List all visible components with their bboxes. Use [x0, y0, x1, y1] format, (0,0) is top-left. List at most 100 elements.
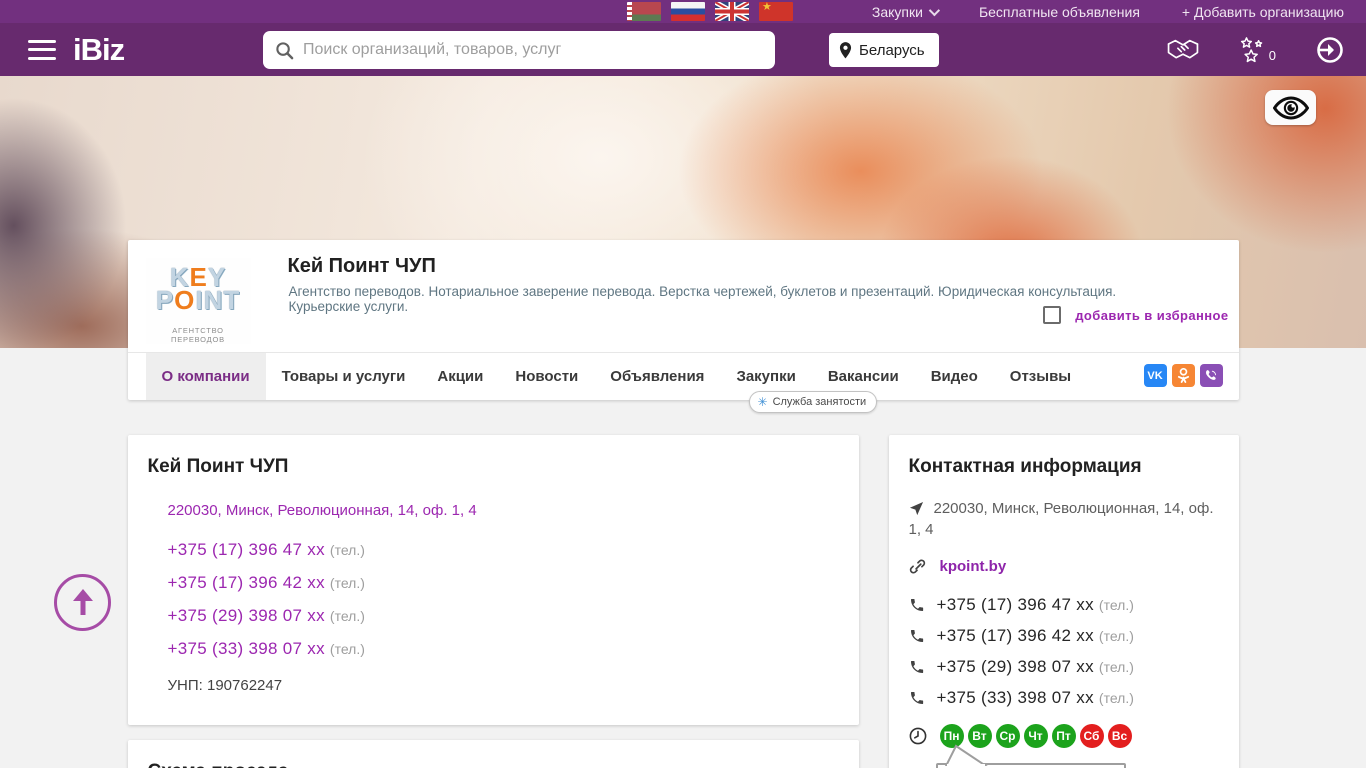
flag-belarus-icon[interactable] — [627, 2, 661, 21]
scroll-to-top-button[interactable] — [54, 574, 111, 631]
location-pin-icon — [839, 41, 852, 58]
flag-russia-icon[interactable] — [671, 2, 705, 21]
contact-phone-row: +375 (29) 398 07 xx (тел.) — [909, 657, 1219, 677]
tab-news[interactable]: Новости — [499, 353, 594, 400]
logo-letter: INT — [195, 285, 241, 315]
header-icons: 0 — [1166, 23, 1344, 76]
login-icon[interactable] — [1316, 36, 1344, 64]
phone-row: +375 (17) 396 47 xx (тел.) — [168, 540, 839, 560]
website-row: kpoint.by — [909, 556, 1219, 577]
social-buttons: VK — [1143, 364, 1223, 387]
topbar-procurement-link[interactable]: Закупки — [871, 3, 941, 20]
navigation-arrow-icon — [909, 501, 923, 516]
favorites-stars-icon[interactable]: 0 — [1240, 36, 1276, 63]
search-bar — [263, 31, 775, 69]
company-name: Кей Поинт ЧУП — [287, 255, 436, 277]
add-to-favorites[interactable]: добавить в избранное — [1043, 306, 1228, 324]
tab-reviews[interactable]: Отзывы — [994, 353, 1087, 400]
phone-icon — [910, 630, 923, 642]
tab-ads[interactable]: Объявления — [594, 353, 720, 400]
favorite-label: добавить в избранное — [1075, 307, 1229, 323]
views-eye-button[interactable] — [1265, 90, 1316, 125]
phone-icon — [910, 692, 923, 704]
map-card: Схема проезда — [127, 740, 859, 768]
phone-link[interactable]: +375 (17) 396 42 xx — [937, 626, 1094, 646]
day-badge[interactable]: Ср — [995, 724, 1020, 748]
logo-letter: P — [155, 285, 175, 315]
phone-row: +375 (17) 396 42 xx (тел.) — [168, 573, 839, 593]
eye-icon — [1272, 95, 1309, 120]
day-badge[interactable]: Вс — [1107, 724, 1132, 748]
topbar-free-ads-link[interactable]: Бесплатные объявления — [979, 4, 1140, 20]
phone-link[interactable]: +375 (29) 398 07 xx — [168, 606, 325, 625]
phone-type-label: (тел.) — [1098, 659, 1134, 675]
day-badge[interactable]: Сб — [1079, 724, 1104, 748]
language-flags — [627, 2, 793, 21]
popup-notch — [944, 744, 988, 766]
hours-popup: 09:30 - 18:00 — [935, 744, 1126, 768]
top-bar: Закупки Бесплатные объявления + Добавить… — [0, 0, 1366, 23]
vk-icon[interactable]: VK — [1143, 364, 1167, 387]
flag-china-icon[interactable] — [759, 2, 793, 21]
logo-key-ring-icon: O — [174, 285, 196, 315]
company-logo[interactable]: KEY POINT АГЕНТСТВО ПЕРЕВОДОВ — [145, 258, 251, 344]
left-column: Кей Поинт ЧУП 220030, Минск, Революционн… — [127, 435, 859, 768]
phone-type-label: (тел.) — [329, 575, 365, 591]
clock-icon — [909, 727, 926, 745]
phone-icon — [910, 599, 923, 611]
flag-uk-icon[interactable] — [715, 2, 749, 21]
company-description: Агентство переводов. Нотариальное завере… — [288, 284, 1117, 314]
contact-phone-row: +375 (17) 396 42 xx (тел.) — [909, 626, 1219, 646]
location-label: Беларусь — [859, 41, 925, 59]
phone-link[interactable]: +375 (33) 398 07 xx — [168, 639, 325, 658]
hamburger-menu-icon[interactable] — [28, 39, 56, 60]
company-tabs: О компании Товары и услуги Акции Новости… — [127, 352, 1239, 400]
partners-handshake-icon[interactable] — [1166, 37, 1200, 63]
main-header: iBiz Беларусь — [0, 23, 1366, 76]
link-icon — [909, 559, 925, 574]
procurement-label: Закупки — [871, 3, 923, 20]
contact-phone-row: +375 (17) 396 47 xx (тел.) — [909, 595, 1219, 615]
company-header-card: KEY POINT АГЕНТСТВО ПЕРЕВОДОВ Кей Поинт … — [127, 240, 1239, 413]
phone-link[interactable]: +375 (17) 396 42 xx — [168, 573, 325, 592]
up-arrow-icon — [72, 588, 93, 615]
phone-type-label: (тел.) — [1098, 690, 1134, 706]
site-logo[interactable]: iBiz — [73, 32, 125, 68]
day-badge[interactable]: Чт — [1023, 724, 1048, 748]
contact-phone-row: +375 (33) 398 07 xx (тел.) — [909, 688, 1219, 708]
vacancy-tooltip: ✳ Служба занятости — [748, 391, 878, 413]
search-icon — [276, 41, 294, 59]
topbar-add-organization-link[interactable]: + Добавить организацию — [1182, 4, 1344, 20]
phone-type-label: (тел.) — [1098, 597, 1134, 613]
phone-row: +375 (33) 398 07 xx (тел.) — [168, 639, 839, 659]
vacancy-tooltip-text: Служба занятости — [772, 396, 867, 408]
phone-link[interactable]: +375 (17) 396 47 xx — [168, 540, 325, 559]
about-title: Кей Поинт ЧУП — [147, 456, 289, 477]
company-website-link[interactable]: kpoint.by — [940, 558, 1007, 575]
viber-icon[interactable] — [1199, 364, 1223, 387]
tab-about[interactable]: О компании — [145, 353, 266, 400]
contact-info-card: Контактная информация 220030, Минск, Рев… — [888, 435, 1239, 768]
phone-type-label: (тел.) — [1098, 628, 1134, 644]
day-badge[interactable]: Пт — [1051, 724, 1076, 748]
favorites-count: 0 — [1268, 47, 1276, 63]
phone-link[interactable]: +375 (17) 396 47 xx — [937, 595, 1094, 615]
chevron-down-icon — [928, 4, 941, 16]
right-column: Контактная информация 220030, Минск, Рев… — [888, 435, 1239, 768]
tab-products[interactable]: Товары и услуги — [266, 353, 422, 400]
logo-subtitle: АГЕНТСТВО ПЕРЕВОДОВ — [171, 326, 225, 344]
odnoklassniki-icon[interactable] — [1171, 364, 1195, 387]
content-columns: Кей Поинт ЧУП 220030, Минск, Революционн… — [127, 435, 1239, 768]
location-selector[interactable]: Беларусь — [829, 33, 939, 67]
phone-link[interactable]: +375 (29) 398 07 xx — [937, 657, 1094, 677]
main-container: KEY POINT АГЕНТСТВО ПЕРЕВОДОВ Кей Поинт … — [127, 240, 1239, 768]
phone-link[interactable]: +375 (33) 398 07 xx — [937, 688, 1094, 708]
asterisk-icon: ✳ — [757, 395, 768, 409]
tab-video[interactable]: Видео — [915, 353, 994, 400]
phone-type-label: (тел.) — [329, 542, 365, 558]
tab-promotions[interactable]: Акции — [421, 353, 499, 400]
company-address-link[interactable]: 220030, Минск, Революционная, 14, оф. 1,… — [168, 502, 477, 519]
phone-icon — [910, 661, 923, 673]
search-input[interactable] — [303, 41, 763, 59]
favorite-checkbox[interactable] — [1043, 306, 1062, 324]
